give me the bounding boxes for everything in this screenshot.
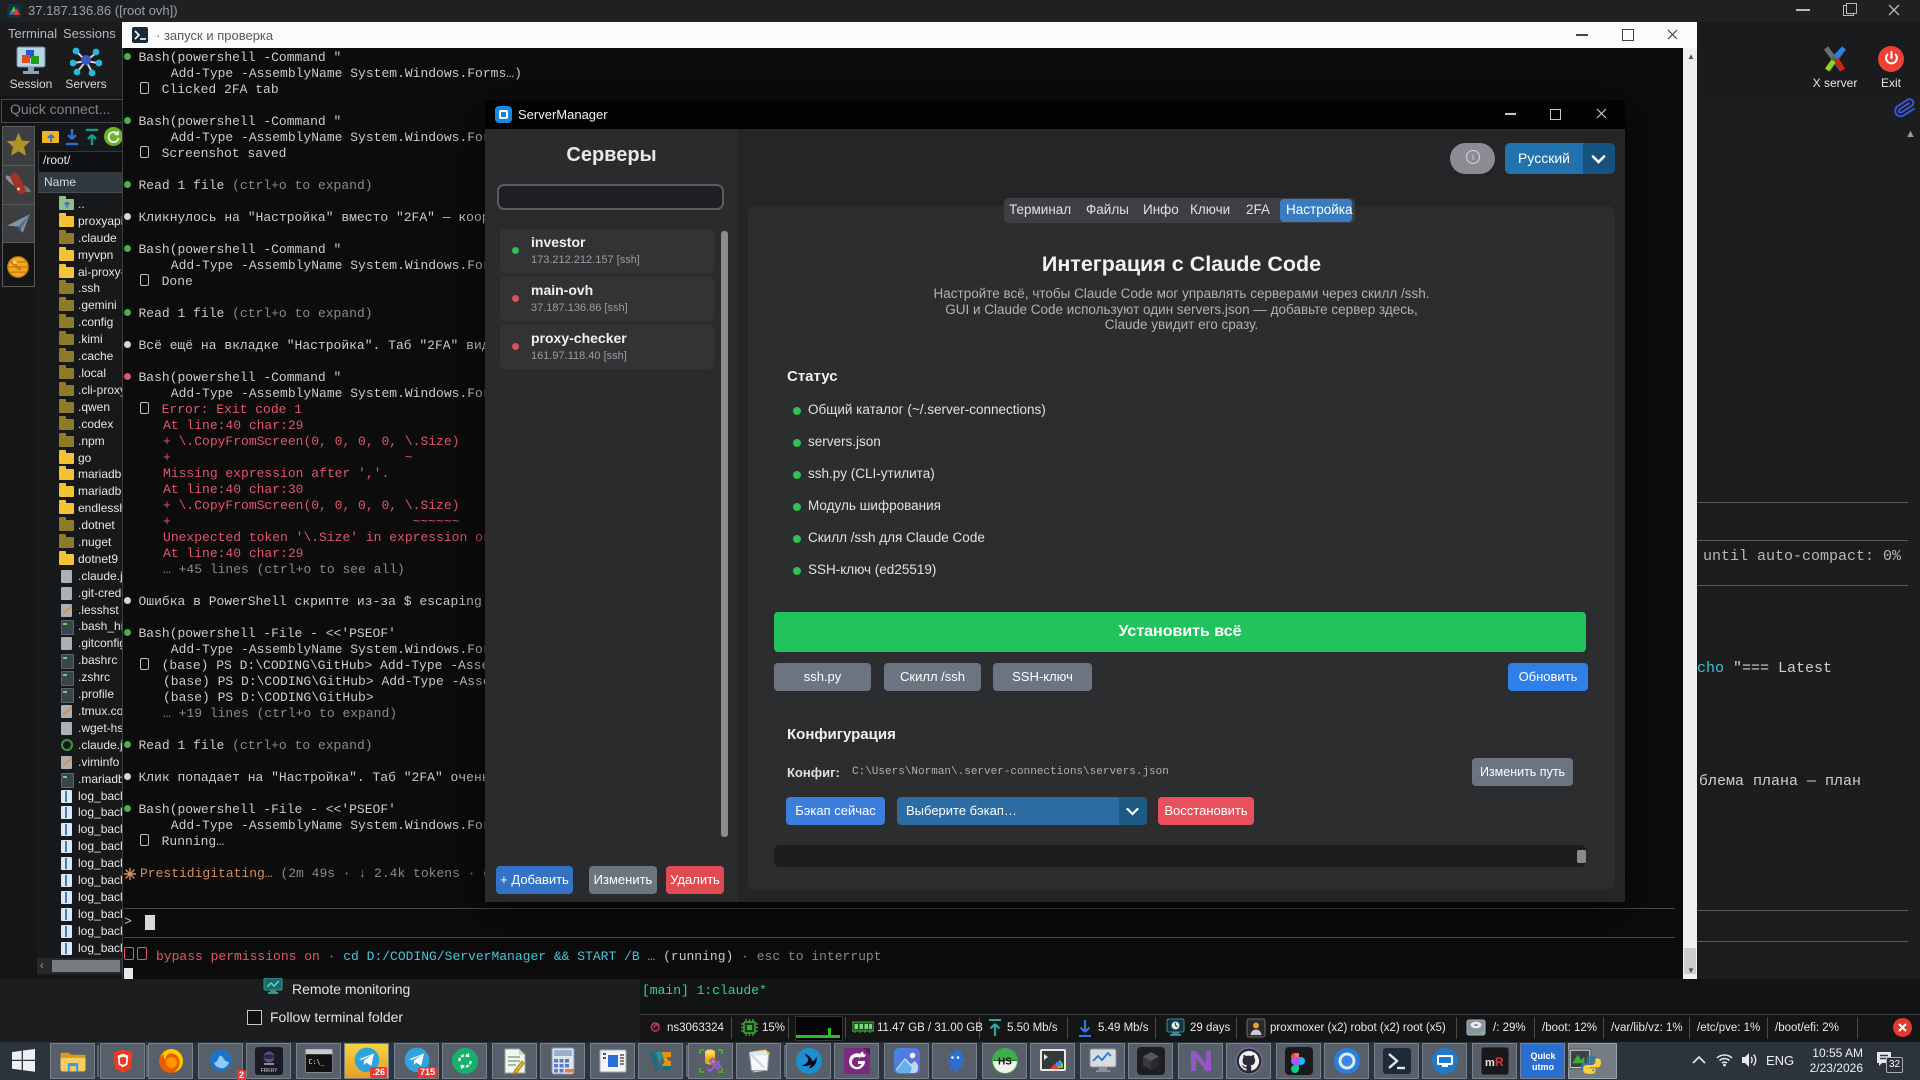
svg-text:R: R [1495, 1055, 1504, 1069]
svg-text:m: m [1485, 1057, 1495, 1069]
svg-text:HS: HS [998, 1057, 1012, 1068]
svg-text:FRKRY: FRKRY [260, 1068, 278, 1074]
svg-text:C:\_: C:\_ [308, 1058, 325, 1066]
svg-text:Quick: Quick [1530, 1051, 1556, 1061]
svg-text:utmo: utmo [1532, 1062, 1554, 1072]
